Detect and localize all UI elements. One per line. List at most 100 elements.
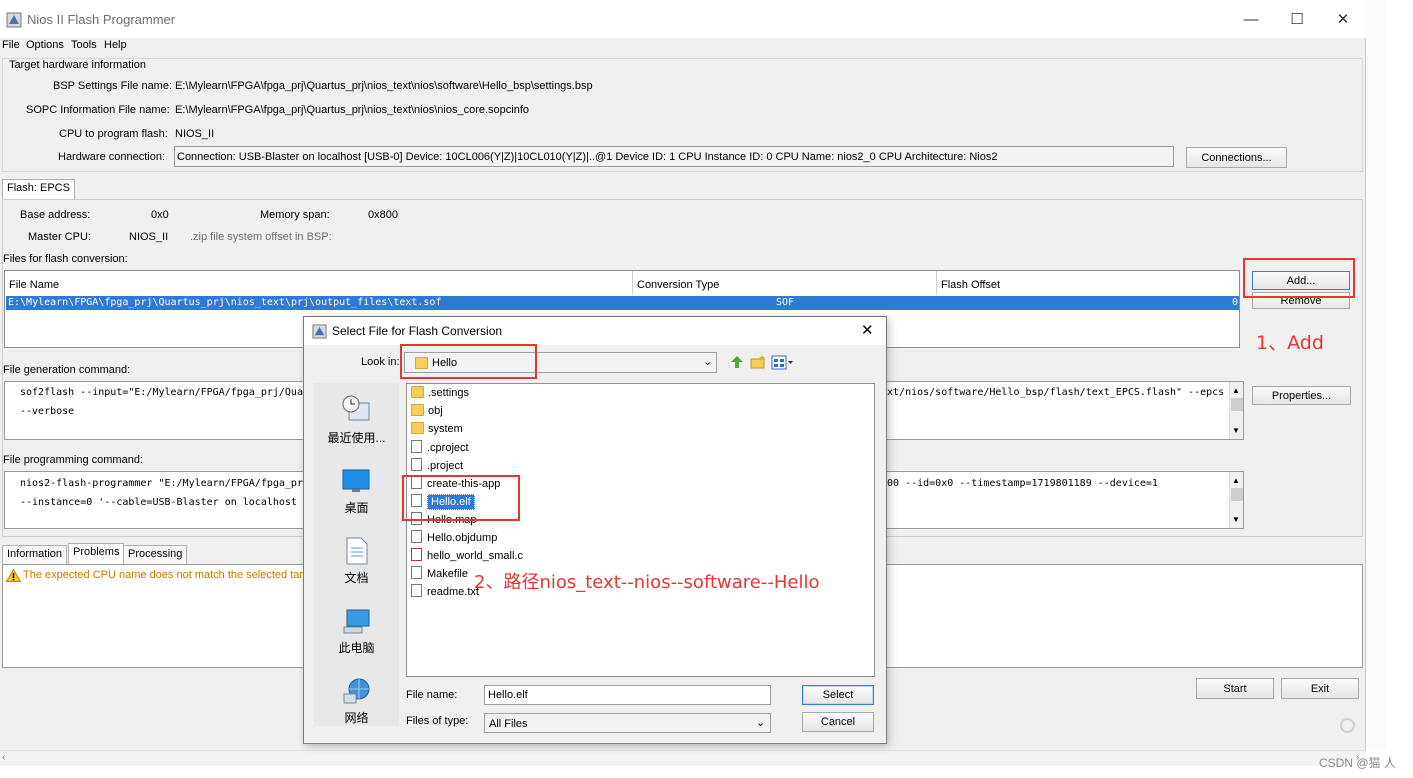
prog-scrollbar[interactable]: ▲ ▼ bbox=[1229, 472, 1243, 528]
memory-span-label: Memory span: bbox=[260, 209, 330, 221]
start-button[interactable]: Start bbox=[1196, 678, 1274, 699]
place-this-pc[interactable]: 此电脑 bbox=[314, 607, 399, 657]
scroll-thumb[interactable] bbox=[1231, 488, 1243, 501]
row-flash-offset: 0 bbox=[1232, 297, 1239, 308]
dialog-close-button[interactable]: ✕ bbox=[861, 321, 874, 339]
list-item[interactable]: Hello.objdump bbox=[411, 530, 497, 548]
place-network-label: 网络 bbox=[344, 711, 369, 725]
file-name: readme.txt bbox=[427, 586, 479, 598]
scroll-up-icon[interactable]: ▲ bbox=[1232, 386, 1240, 395]
file-name: Makefile bbox=[427, 568, 468, 580]
properties-button[interactable]: Properties... bbox=[1252, 386, 1351, 405]
files-of-type-label: Files of type: bbox=[406, 715, 469, 727]
gen-scrollbar[interactable]: ▲ ▼ bbox=[1229, 382, 1243, 439]
minimize-button[interactable]: — bbox=[1228, 8, 1274, 32]
prog-command-part2: 800 --id=0x0 --timestamp=1719801189 --de… bbox=[881, 478, 1158, 489]
hw-connection-field: Connection: USB-Blaster on localhost [US… bbox=[174, 146, 1174, 167]
file-name-input[interactable] bbox=[484, 685, 771, 705]
connections-button[interactable]: Connections... bbox=[1186, 147, 1287, 168]
master-cpu-value: NIOS_II bbox=[129, 231, 169, 243]
place-documents-label: 文档 bbox=[344, 571, 369, 585]
file-name: system bbox=[428, 423, 463, 435]
file-icon bbox=[411, 440, 422, 453]
file-icon bbox=[411, 530, 422, 543]
column-conversion-type[interactable]: Conversion Type bbox=[633, 271, 937, 295]
base-address-label: Base address: bbox=[20, 209, 91, 221]
annotation-step1: 1、Add bbox=[1256, 332, 1324, 354]
place-documents[interactable]: 文档 bbox=[314, 537, 399, 587]
recent-clock-icon bbox=[342, 395, 370, 421]
chevron-down-icon: ⌄ bbox=[756, 717, 766, 729]
file-programming-label: File programming command: bbox=[3, 454, 143, 466]
tab-problems[interactable]: Problems bbox=[68, 543, 125, 564]
menu-tools[interactable]: Tools bbox=[71, 39, 97, 51]
column-flash-offset[interactable]: Flash Offset bbox=[937, 271, 1239, 295]
files-of-type-value: All Files bbox=[489, 718, 528, 730]
chevron-down-icon: ⌄ bbox=[703, 356, 713, 368]
list-item[interactable]: .project bbox=[411, 458, 463, 476]
files-of-type-combo[interactable]: All Files ⌄ bbox=[484, 713, 771, 733]
file-list[interactable]: .settings obj system .cproject .project … bbox=[406, 383, 875, 677]
desktop-icon bbox=[342, 469, 370, 492]
bsp-value: E:\Mylearn\FPGA\fpga_prj\Quartus_prj\nio… bbox=[175, 80, 593, 92]
memory-span-value: 0x800 bbox=[368, 209, 398, 221]
column-file-name[interactable]: File Name bbox=[5, 271, 633, 295]
view-menu-icon[interactable] bbox=[771, 355, 795, 370]
list-item[interactable]: obj bbox=[411, 404, 443, 422]
place-recent-label: 最近使用... bbox=[327, 431, 386, 445]
watermark: CSDN @猫 人 bbox=[1319, 756, 1396, 770]
scroll-up-icon[interactable]: ▲ bbox=[1232, 476, 1240, 485]
row-conversion-type: SOF bbox=[776, 297, 795, 308]
file-name: hello_world_small.c bbox=[427, 550, 523, 562]
annotation-step2: 2、路径nios_text--nios--software--Hello bbox=[474, 572, 820, 593]
list-item[interactable]: Makefile bbox=[411, 566, 468, 584]
file-name-label: File name: bbox=[406, 689, 458, 701]
scroll-down-icon[interactable]: ▼ bbox=[1232, 515, 1240, 524]
documents-icon bbox=[346, 537, 368, 565]
cpu-label: CPU to program flash: bbox=[59, 128, 168, 140]
horizontal-scrollbar[interactable]: ‹ › bbox=[0, 750, 1366, 766]
menu-file[interactable]: File bbox=[2, 39, 20, 51]
hello-elf-highlight-box bbox=[402, 475, 520, 521]
scroll-thumb[interactable] bbox=[1231, 398, 1243, 411]
folder-icon bbox=[411, 422, 424, 434]
folder-icon bbox=[411, 404, 424, 416]
file-name: .project bbox=[427, 460, 464, 472]
menu-bar: File Options Tools Help bbox=[0, 38, 1366, 56]
close-button[interactable]: ✕ bbox=[1320, 8, 1366, 32]
scroll-down-icon[interactable]: ▼ bbox=[1232, 426, 1240, 435]
target-hardware-title: Target hardware information bbox=[8, 59, 147, 71]
computer-icon bbox=[343, 609, 370, 634]
add-highlight-box bbox=[1243, 258, 1355, 298]
look-in-label: Look in: bbox=[361, 356, 400, 368]
tab-information[interactable]: Information bbox=[2, 545, 68, 564]
menu-options[interactable]: Options bbox=[26, 39, 64, 51]
look-in-highlight-box bbox=[400, 344, 537, 379]
master-cpu-label: Master CPU: bbox=[28, 231, 91, 243]
up-folder-icon[interactable] bbox=[729, 354, 745, 370]
list-item[interactable]: .cproject bbox=[411, 440, 469, 458]
cancel-button[interactable]: Cancel bbox=[802, 712, 874, 732]
list-item[interactable]: hello_world_small.c bbox=[411, 548, 523, 566]
place-desktop-label: 桌面 bbox=[344, 501, 369, 515]
select-button[interactable]: Select bbox=[802, 685, 874, 705]
list-item[interactable]: system bbox=[411, 422, 463, 440]
c-source-file-icon bbox=[411, 548, 422, 561]
file-icon bbox=[411, 566, 422, 579]
list-item[interactable]: readme.txt bbox=[411, 584, 479, 602]
list-item[interactable]: .settings bbox=[411, 386, 469, 404]
menu-help[interactable]: Help bbox=[104, 39, 127, 51]
tab-processing[interactable]: Processing bbox=[123, 545, 188, 564]
tab-flash-epcs[interactable]: Flash: EPCS bbox=[2, 179, 75, 199]
scroll-left-icon[interactable]: ‹ bbox=[2, 752, 5, 763]
network-globe-icon bbox=[343, 678, 370, 704]
place-desktop[interactable]: 桌面 bbox=[314, 467, 399, 517]
new-folder-icon[interactable] bbox=[750, 354, 766, 370]
maximize-button[interactable]: ☐ bbox=[1274, 8, 1320, 32]
table-row[interactable]: E:\Mylearn\FPGA\fpga_prj\Quartus_prj\nio… bbox=[6, 296, 1239, 310]
exit-button[interactable]: Exit bbox=[1281, 678, 1359, 699]
file-name: .cproject bbox=[427, 442, 469, 454]
place-network[interactable]: 网络 bbox=[314, 677, 399, 727]
dialog-app-icon bbox=[312, 324, 327, 339]
place-recent[interactable]: 最近使用... bbox=[314, 395, 399, 445]
